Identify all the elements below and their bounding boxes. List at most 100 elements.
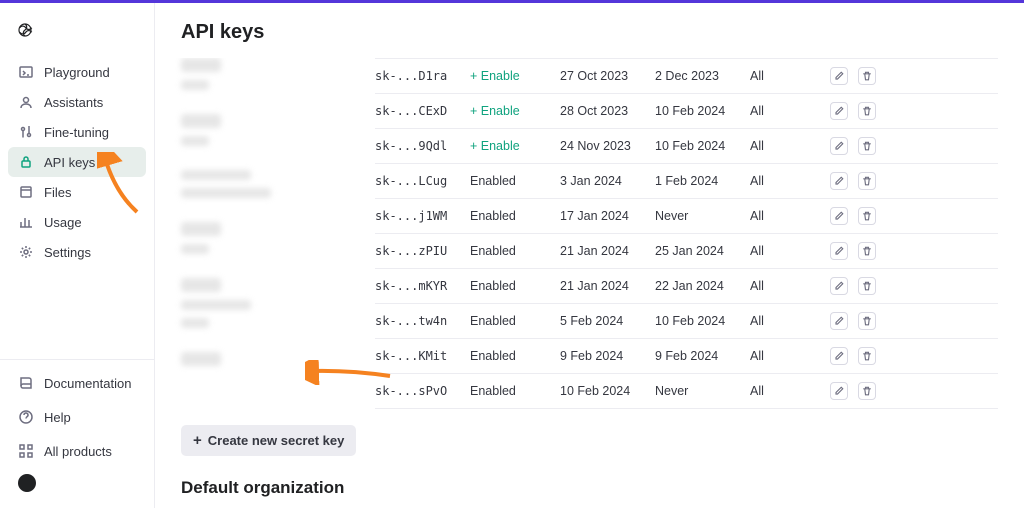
sidebar-item-fine-tuning[interactable]: Fine-tuning [8, 117, 146, 147]
edit-button[interactable] [830, 382, 848, 400]
tracking-status: Enabled [470, 209, 560, 223]
page-title: API keys [181, 21, 998, 44]
trash-icon [861, 70, 873, 82]
key-secret: sk-...mKYR [375, 279, 470, 293]
table-row: sk-...sPvOEnabled10 Feb 2024NeverAll [375, 374, 998, 409]
delete-button[interactable] [858, 137, 876, 155]
sidebar-item-label: Files [44, 185, 71, 200]
table-row: sk-...tw4nEnabled5 Feb 202410 Feb 2024Al… [375, 304, 998, 339]
tracking-status[interactable]: + Enable [470, 69, 560, 83]
table-row: sk-...LCugEnabled3 Jan 20241 Feb 2024All [375, 164, 998, 199]
window-top-bar [0, 0, 1024, 3]
sidebar: Playground Assistants Fine-tuning API ke… [0, 0, 155, 508]
last-used-date: 22 Jan 2024 [655, 279, 750, 293]
permissions: All [750, 209, 830, 223]
trash-icon [861, 140, 873, 152]
permissions: All [750, 314, 830, 328]
pencil-icon [833, 210, 845, 222]
sidebar-item-label: API keys [44, 155, 95, 170]
edit-button[interactable] [830, 67, 848, 85]
edit-button[interactable] [830, 347, 848, 365]
default-organization-section: Default organization If you belong to mu… [155, 478, 998, 508]
trash-icon [861, 315, 873, 327]
key-names-blurred [155, 58, 375, 409]
last-used-date: 1 Feb 2024 [655, 174, 750, 188]
delete-button[interactable] [858, 67, 876, 85]
delete-button[interactable] [858, 382, 876, 400]
pencil-icon [833, 315, 845, 327]
usage-icon [18, 214, 34, 230]
sidebar-item-api-keys[interactable]: API keys [8, 147, 146, 177]
sidebar-item-settings[interactable]: Settings [8, 237, 146, 267]
trash-icon [861, 245, 873, 257]
trash-icon [861, 210, 873, 222]
key-secret: sk-...KMit [375, 349, 470, 363]
sidebar-item-documentation[interactable]: Documentation [8, 368, 146, 398]
delete-button[interactable] [858, 312, 876, 330]
sidebar-item-help[interactable]: Help [8, 402, 146, 432]
table-row: sk-...KMitEnabled9 Feb 20249 Feb 2024All [375, 339, 998, 374]
delete-button[interactable] [858, 207, 876, 225]
edit-button[interactable] [830, 277, 848, 295]
created-date: 5 Feb 2024 [560, 314, 655, 328]
pencil-icon [833, 280, 845, 292]
pencil-icon [833, 70, 845, 82]
delete-button[interactable] [858, 102, 876, 120]
created-date: 10 Feb 2024 [560, 384, 655, 398]
table-row: sk-...CExD+ Enable28 Oct 202310 Feb 2024… [375, 94, 998, 129]
pencil-icon [833, 385, 845, 397]
key-secret: sk-...CExD [375, 104, 470, 118]
create-secret-key-button[interactable]: + Create new secret key [181, 425, 356, 456]
key-secret: sk-...j1WM [375, 209, 470, 223]
permissions: All [750, 349, 830, 363]
sidebar-item-usage[interactable]: Usage [8, 207, 146, 237]
edit-button[interactable] [830, 242, 848, 260]
sidebar-nav: Playground Assistants Fine-tuning API ke… [0, 57, 154, 359]
created-date: 21 Jan 2024 [560, 279, 655, 293]
permissions: All [750, 104, 830, 118]
create-button-label: Create new secret key [208, 433, 345, 448]
delete-button[interactable] [858, 277, 876, 295]
table-row: sk-...zPIUEnabled21 Jan 202425 Jan 2024A… [375, 234, 998, 269]
created-date: 21 Jan 2024 [560, 244, 655, 258]
plus-icon: + [193, 433, 202, 448]
tracking-status[interactable]: + Enable [470, 104, 560, 118]
openai-logo[interactable] [0, 3, 154, 57]
trash-icon [861, 280, 873, 292]
last-used-date: 25 Jan 2024 [655, 244, 750, 258]
delete-button[interactable] [858, 242, 876, 260]
last-used-date: 10 Feb 2024 [655, 314, 750, 328]
edit-button[interactable] [830, 137, 848, 155]
edit-button[interactable] [830, 312, 848, 330]
sidebar-item-label: Fine-tuning [44, 125, 109, 140]
trash-icon [861, 175, 873, 187]
table-row: sk-...9Qdl+ Enable24 Nov 202310 Feb 2024… [375, 129, 998, 164]
edit-button[interactable] [830, 207, 848, 225]
delete-button[interactable] [858, 172, 876, 190]
key-secret: sk-...9Qdl [375, 139, 470, 153]
created-date: 24 Nov 2023 [560, 139, 655, 153]
table-row: sk-...mKYREnabled21 Jan 202422 Jan 2024A… [375, 269, 998, 304]
pencil-icon [833, 140, 845, 152]
sidebar-user-avatar[interactable] [8, 466, 146, 500]
delete-button[interactable] [858, 347, 876, 365]
key-secret: sk-...sPvO [375, 384, 470, 398]
tracking-status[interactable]: + Enable [470, 139, 560, 153]
last-used-date: 10 Feb 2024 [655, 104, 750, 118]
key-secret: sk-...LCug [375, 174, 470, 188]
sidebar-bottom-nav: Documentation Help All products [0, 359, 154, 508]
sidebar-item-assistants[interactable]: Assistants [8, 87, 146, 117]
tracking-status: Enabled [470, 279, 560, 293]
sidebar-item-all-products[interactable]: All products [8, 436, 146, 466]
permissions: All [750, 384, 830, 398]
edit-button[interactable] [830, 172, 848, 190]
created-date: 27 Oct 2023 [560, 69, 655, 83]
created-date: 28 Oct 2023 [560, 104, 655, 118]
edit-button[interactable] [830, 102, 848, 120]
sidebar-item-files[interactable]: Files [8, 177, 146, 207]
fine-tuning-icon [18, 124, 34, 140]
last-used-date: Never [655, 384, 750, 398]
sidebar-item-playground[interactable]: Playground [8, 57, 146, 87]
pencil-icon [833, 105, 845, 117]
permissions: All [750, 244, 830, 258]
